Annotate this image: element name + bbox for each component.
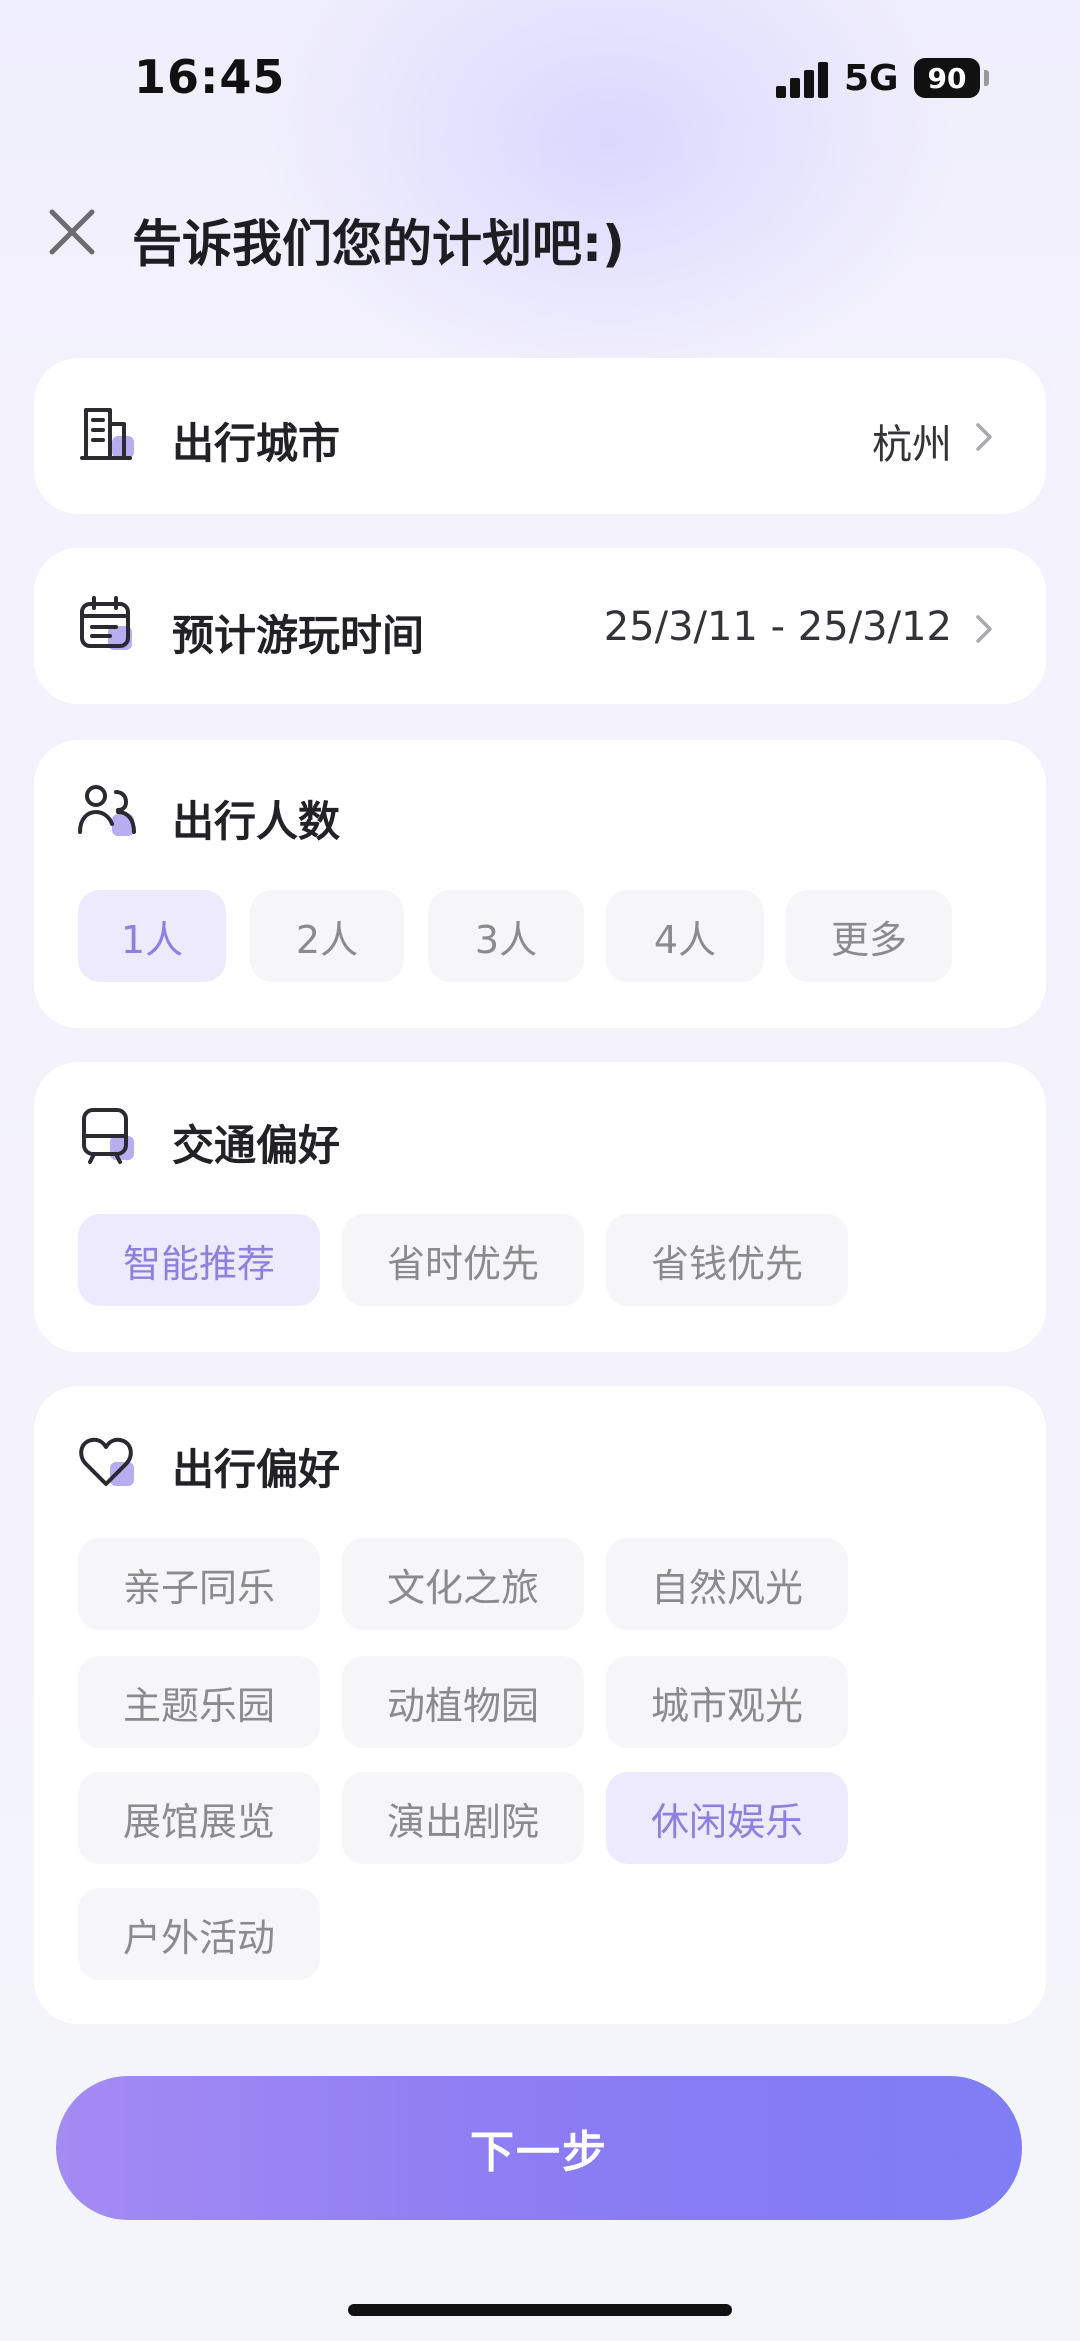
preference-option[interactable]: 主题乐园 bbox=[78, 1656, 320, 1748]
city-value: 杭州 bbox=[872, 422, 952, 468]
signal-icon bbox=[776, 62, 830, 98]
bus-icon bbox=[82, 1108, 134, 1164]
people-option-3[interactable]: 3人 bbox=[428, 890, 584, 982]
preference-option[interactable]: 亲子同乐 bbox=[78, 1538, 320, 1630]
preference-option[interactable]: 城市观光 bbox=[606, 1656, 848, 1748]
chevron-right-icon bbox=[976, 423, 992, 451]
network-type: 5G bbox=[844, 58, 899, 99]
city-row[interactable]: 出行城市 杭州 bbox=[34, 358, 1046, 514]
preference-option[interactable]: 文化之旅 bbox=[342, 1538, 584, 1630]
status-time: 16:45 bbox=[134, 50, 286, 104]
building-icon bbox=[80, 408, 134, 460]
next-button[interactable]: 下一步 bbox=[56, 2076, 1022, 2220]
preferences-label: 出行偏好 bbox=[172, 1445, 341, 1494]
preference-option[interactable]: 动植物园 bbox=[342, 1656, 584, 1748]
battery-tip bbox=[984, 70, 989, 86]
transport-option-smart[interactable]: 智能推荐 bbox=[78, 1214, 320, 1306]
preferences-card: 出行偏好 亲子同乐 文化之旅 自然风光 主题乐园 动植物园 城市观光 展馆展览 … bbox=[34, 1386, 1046, 2024]
battery-icon: 90 bbox=[914, 58, 980, 98]
transport-label: 交通偏好 bbox=[172, 1121, 341, 1170]
battery-level: 90 bbox=[927, 61, 967, 95]
preference-option-selected[interactable]: 休闲娱乐 bbox=[606, 1772, 848, 1864]
calendar-icon bbox=[80, 596, 132, 650]
city-label: 出行城市 bbox=[172, 419, 341, 468]
preference-option[interactable]: 户外活动 bbox=[78, 1888, 320, 1980]
dates-label: 预计游玩时间 bbox=[172, 611, 425, 660]
people-icon bbox=[78, 785, 136, 836]
dates-row[interactable]: 预计游玩时间 25/3/11 - 25/3/12 bbox=[34, 548, 1046, 704]
preference-option[interactable]: 展馆展览 bbox=[78, 1772, 320, 1864]
people-card: 出行人数 1人 2人 3人 4人 更多 bbox=[34, 740, 1046, 1028]
people-option-2[interactable]: 2人 bbox=[250, 890, 404, 982]
dates-value: 25/3/11 - 25/3/12 bbox=[603, 604, 952, 650]
home-indicator bbox=[348, 2304, 732, 2316]
preference-option[interactable]: 自然风光 bbox=[606, 1538, 848, 1630]
close-button[interactable] bbox=[46, 206, 98, 258]
people-option-more[interactable]: 更多 bbox=[786, 890, 952, 982]
status-bar: 16:45 5G 90 bbox=[0, 0, 1080, 150]
header: 告诉我们您的计划吧:) bbox=[0, 190, 1080, 280]
people-label: 出行人数 bbox=[172, 797, 341, 846]
chevron-right-icon bbox=[976, 615, 992, 643]
transport-option-fastest[interactable]: 省时优先 bbox=[342, 1214, 584, 1306]
transport-card: 交通偏好 智能推荐 省时优先 省钱优先 bbox=[34, 1062, 1046, 1352]
page-title: 告诉我们您的计划吧:) bbox=[132, 215, 625, 273]
heart-icon bbox=[79, 1437, 134, 1486]
people-option-4[interactable]: 4人 bbox=[606, 890, 764, 982]
preference-option[interactable]: 演出剧院 bbox=[342, 1772, 584, 1864]
close-icon bbox=[49, 209, 95, 255]
transport-option-cheapest[interactable]: 省钱优先 bbox=[606, 1214, 848, 1306]
people-option-1[interactable]: 1人 bbox=[78, 890, 226, 982]
